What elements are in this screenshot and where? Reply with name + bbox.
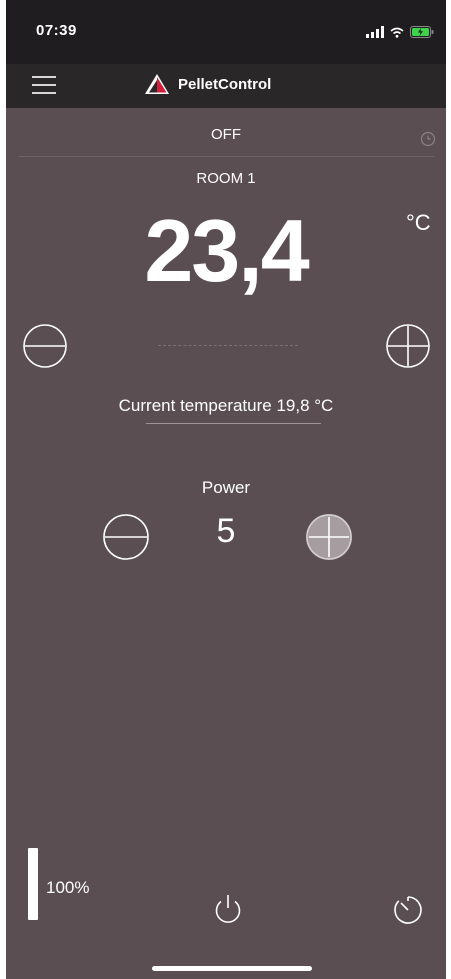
power-label: Power — [201, 478, 251, 497]
home-indicator[interactable] — [152, 966, 312, 971]
decrease-power-button[interactable] — [102, 513, 150, 561]
setpoint-scale — [158, 345, 298, 346]
room-name: ROOM 1 — [196, 170, 256, 187]
app-screen: 07:39 PelletControl OFF ROOM 1 °C 23,4 C… — [6, 0, 446, 979]
hamburger-menu-icon[interactable] — [32, 74, 56, 96]
status-icons — [366, 26, 434, 38]
clock-icon[interactable] — [420, 131, 436, 147]
current-temperature: Current temperature 19,8 °C — [118, 396, 334, 415]
power-icon[interactable] — [211, 892, 245, 926]
level-fill — [28, 848, 38, 920]
current-temperature-underline — [146, 423, 321, 424]
decrease-temperature-button[interactable] — [22, 323, 68, 369]
divider — [18, 156, 434, 157]
status-bar: 07:39 — [6, 0, 446, 64]
triangle-logo-icon — [145, 74, 169, 94]
level-percentage: 100% — [46, 878, 90, 897]
status-time: 07:39 — [36, 22, 77, 39]
power-value: 5 — [216, 512, 236, 550]
app-title: PelletControl — [178, 75, 272, 93]
signal-icon — [366, 26, 384, 38]
app-bar: PelletControl — [6, 64, 446, 108]
wifi-icon — [390, 27, 404, 38]
battery-charging-icon — [410, 26, 434, 38]
level-indicator — [28, 848, 38, 920]
setpoint-temperature: 23,4 — [144, 201, 309, 300]
increase-power-button[interactable] — [305, 513, 353, 561]
mode-status[interactable]: OFF — [6, 126, 446, 143]
timer-icon[interactable] — [390, 892, 426, 928]
increase-temperature-button[interactable] — [385, 323, 431, 369]
brand: PelletControl — [144, 72, 271, 96]
